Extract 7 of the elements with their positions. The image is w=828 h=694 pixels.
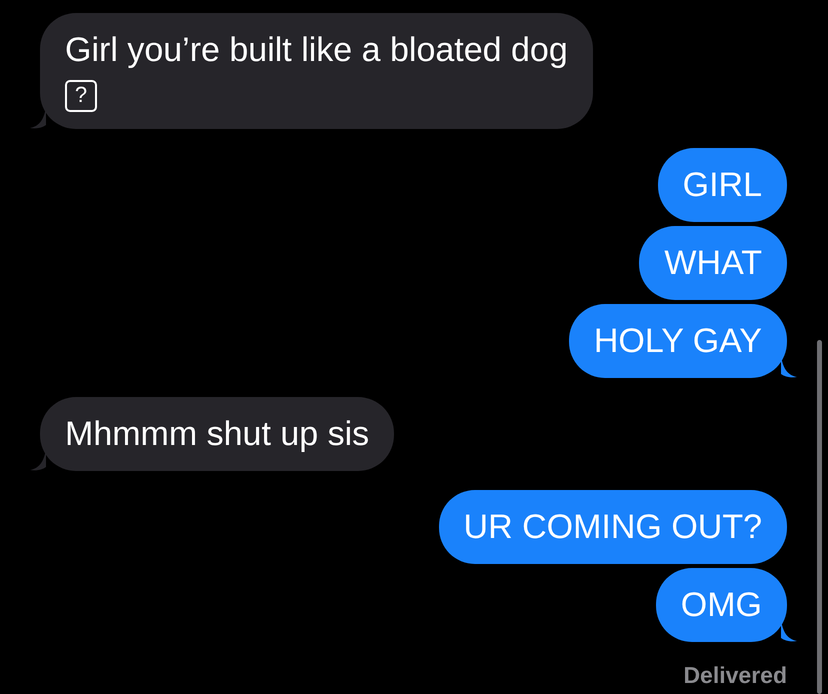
sent-message-bubble: GIRL [658, 148, 787, 222]
scrollbar[interactable] [817, 340, 822, 694]
sent-message-bubble: UR COMING OUT? [438, 490, 787, 564]
message-text: Girl you’re built like a bloated dog [65, 30, 568, 71]
delivery-status: Delivered [682, 661, 787, 690]
sent-message-bubble: WHAT [639, 226, 787, 300]
unknown-character: ? [65, 80, 97, 112]
